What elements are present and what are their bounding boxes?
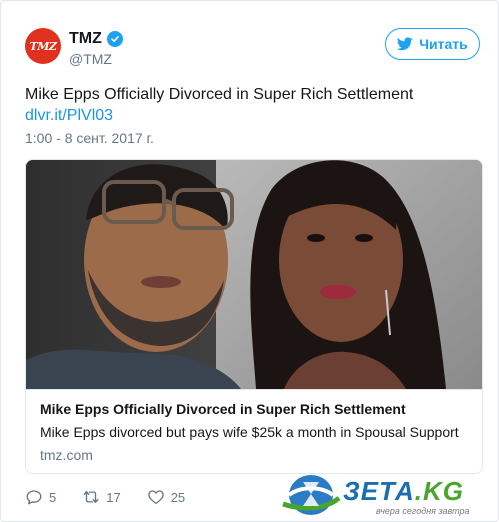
watermark-tagline: вчера сегодня завтра (376, 506, 470, 516)
card-description: Mike Epps divorced but pays wife $25k a … (40, 424, 459, 440)
avatar[interactable]: TMZ (25, 28, 61, 64)
follow-button-label: Читать (419, 36, 468, 52)
avatar-logo-text: TMZ (29, 39, 57, 53)
reply-count: 5 (49, 489, 57, 505)
retweet-icon (83, 491, 99, 503)
verified-badge-icon (106, 31, 123, 47)
tweet-actions: 5 17 25 (25, 488, 185, 506)
retweet-count: 17 (106, 489, 121, 505)
reply-action[interactable]: 5 (25, 488, 56, 506)
watermark-logo-icon (282, 475, 341, 515)
author-name[interactable]: TMZ (69, 30, 102, 48)
card-title: Mike Epps Officially Divorced in Super R… (40, 401, 406, 417)
author-handle[interactable]: @TMZ (69, 51, 112, 67)
card-body: Mike Epps Officially Divorced in Super R… (26, 389, 482, 473)
card-image (26, 160, 482, 389)
like-count: 25 (170, 489, 186, 505)
tweet-timestamp[interactable]: 1:00 - 8 сент. 2017 г. (25, 130, 154, 146)
watermark-brand-main: ЗЕТА (343, 476, 415, 506)
card-domain: tmz.com (40, 447, 93, 463)
like-action[interactable]: 25 (147, 488, 185, 506)
tweet-link[interactable]: dlvr.it/PlVl03 (25, 106, 113, 126)
site-watermark: ЗЕТА.KG вчера сегодня завтра (281, 468, 496, 520)
watermark-brand: ЗЕТА.KG (343, 476, 464, 507)
retweet-action[interactable]: 17 (82, 488, 121, 506)
watermark-brand-tld: .KG (414, 476, 464, 506)
tweet-text: Mike Epps Officially Divorced in Super R… (25, 86, 414, 103)
twitter-bird-icon (397, 37, 413, 51)
follow-button[interactable]: Читать (385, 28, 480, 60)
heart-icon (147, 490, 164, 505)
author-name-row[interactable]: TMZ (69, 30, 123, 48)
tweet-card: TMZ TMZ @TMZ Читать Mike Epps Officially… (0, 0, 499, 522)
reply-icon (26, 490, 42, 505)
link-card[interactable]: Mike Epps Officially Divorced in Super R… (25, 159, 483, 474)
